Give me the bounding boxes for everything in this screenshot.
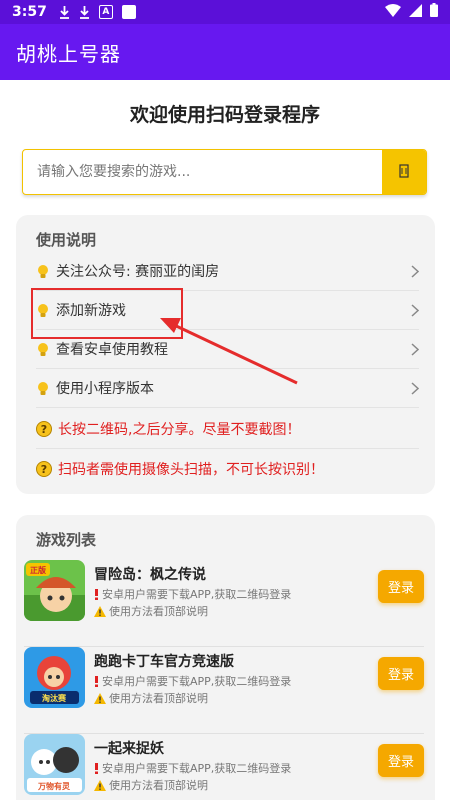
instruction-item-label: 关注公众号: 赛丽亚的闺房: [56, 264, 220, 280]
warning-icon: [94, 605, 106, 617]
game-note-text: 安卓用户需要下载APP,获取二维码登录: [102, 675, 292, 688]
exclamation-icon: [94, 762, 99, 774]
status-time: 3:57: [12, 4, 47, 20]
exclamation-icon: [94, 675, 99, 687]
game-note-text: 使用方法看顶部说明: [109, 779, 208, 792]
game-note-text: 使用方法看顶部说明: [109, 605, 208, 618]
game-note-android: 安卓用户需要下载APP,获取二维码登录: [94, 760, 291, 776]
game-list-title: 游戏列表: [36, 531, 97, 549]
game-note-usage: 使用方法看顶部说明: [94, 690, 208, 706]
instruction-item-mini-program[interactable]: 使用小程序版本: [36, 369, 419, 408]
thumb-badge: 淘汰赛: [42, 693, 67, 703]
chevron-right-icon: [411, 303, 419, 317]
game-note-android: 安卓用户需要下载APP,获取二维码登录: [94, 673, 291, 689]
search-bar: [22, 149, 427, 195]
lightbulb-icon: [36, 342, 50, 357]
game-item[interactable]: 淘汰赛 跑跑卡丁车官方竞速版 安卓用户需要下载APP,获取二维码登录 使用方法看…: [24, 647, 424, 734]
search-icon: [399, 163, 409, 181]
chevron-right-icon: [411, 342, 419, 356]
signal-icon: [409, 3, 422, 21]
exclamation-icon: [94, 588, 99, 600]
instruction-item-label: 使用小程序版本: [56, 381, 154, 397]
game-name: 一起来捉妖: [94, 741, 164, 757]
game-note-text: 安卓用户需要下载APP,获取二维码登录: [102, 588, 292, 601]
game-item[interactable]: 万物有灵 一起来捉妖 安卓用户需要下载APP,获取二维码登录 使用方法看顶部说明…: [24, 734, 424, 800]
lightbulb-icon: [36, 381, 50, 396]
game-note-text: 使用方法看顶部说明: [109, 692, 208, 705]
instruction-item-follow[interactable]: 关注公众号: 赛丽亚的闺房: [36, 252, 419, 291]
warning-camera-scan: ? 扫码者需使用摄像头扫描，不可长按识别！: [36, 449, 419, 488]
download-icon: [79, 5, 90, 19]
highlight-box: [31, 288, 183, 339]
game-note-android: 安卓用户需要下载APP,获取二维码登录: [94, 586, 291, 602]
app-bar: 胡桃上号器: [0, 24, 450, 80]
game-note-usage: 使用方法看顶部说明: [94, 603, 208, 619]
game-note-usage: 使用方法看顶部说明: [94, 777, 208, 793]
download-icon: [59, 5, 70, 19]
game-name: 跑跑卡丁车官方竞速版: [94, 654, 234, 670]
warning-icon: [94, 692, 106, 704]
instruction-item-label: 查看安卓使用教程: [56, 342, 168, 358]
game-name: 冒险岛：枫之传说: [94, 567, 206, 583]
wifi-icon: [385, 3, 401, 21]
game-thumbnail: 淘汰赛: [24, 647, 85, 708]
chevron-right-icon: [411, 264, 419, 278]
svg-text:?: ?: [41, 463, 47, 476]
thumb-badge: 万物有灵: [37, 781, 71, 791]
login-button[interactable]: 登录: [378, 570, 424, 603]
search-input[interactable]: [23, 150, 382, 194]
game-note-text: 安卓用户需要下载APP,获取二维码登录: [102, 762, 292, 775]
game-item[interactable]: 正版 冒险岛：枫之传说 安卓用户需要下载APP,获取二维码登录 使用方法看顶部说…: [24, 560, 424, 647]
question-icon: ?: [36, 460, 52, 477]
warning-text: 长按二维码,之后分享。尽量不要截图！: [58, 422, 301, 438]
battery-icon: [430, 3, 438, 21]
game-thumbnail: 正版: [24, 560, 85, 621]
thumb-badge: 正版: [30, 565, 46, 575]
game-thumbnail: 万物有灵: [24, 734, 85, 795]
lightbulb-icon: [36, 264, 50, 279]
instructions-card: 使用说明 关注公众号: 赛丽亚的闺房 添加新游戏 查看安卓使用教程 使用小程序版: [16, 215, 435, 494]
status-bar: 3:57 A: [0, 0, 450, 24]
login-button[interactable]: 登录: [378, 657, 424, 690]
page-title: 欢迎使用扫码登录程序: [129, 104, 320, 126]
notification-a-icon: A: [98, 5, 113, 19]
warning-text: 扫码者需使用摄像头扫描，不可长按识别！: [58, 461, 324, 478]
instructions-title: 使用说明: [36, 231, 97, 249]
chevron-right-icon: [411, 381, 419, 395]
app-title: 胡桃上号器: [16, 41, 121, 66]
question-icon: ?: [36, 421, 52, 437]
warning-icon: [94, 779, 106, 791]
search-button[interactable]: [382, 150, 426, 194]
warning-share-qr: ? 长按二维码,之后分享。尽量不要截图！: [36, 410, 419, 449]
square-notification-icon: [121, 5, 136, 19]
svg-text:?: ?: [41, 423, 47, 436]
login-button[interactable]: 登录: [378, 744, 424, 777]
